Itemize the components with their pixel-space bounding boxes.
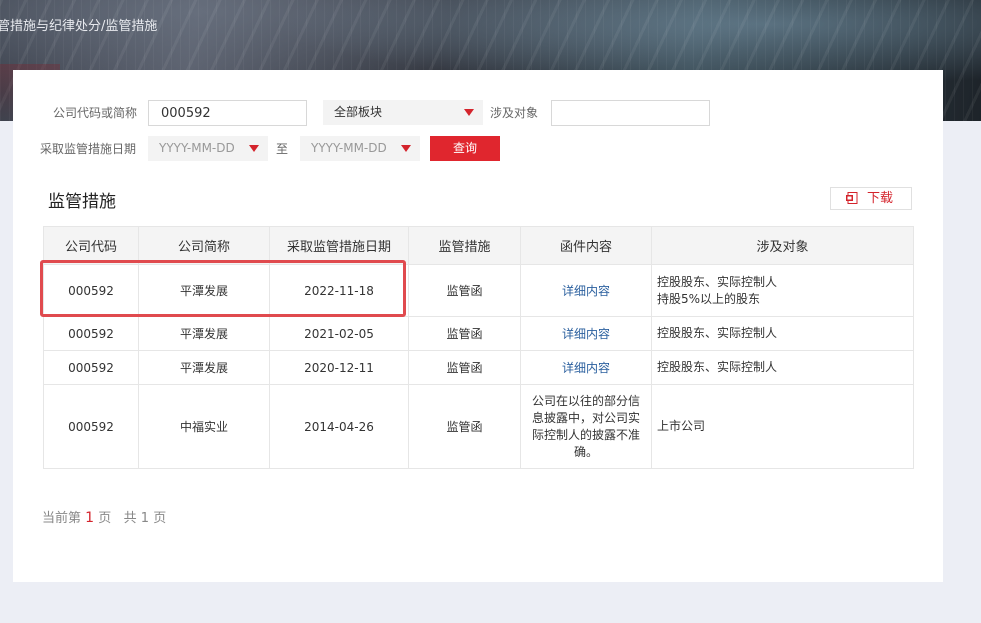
cell-date: 2022-11-18: [269, 264, 409, 317]
cell-measure: 监管函: [408, 264, 521, 317]
query-button[interactable]: 查询: [430, 136, 500, 161]
download-label: 下载: [867, 191, 894, 206]
chevron-down-icon: [249, 145, 259, 152]
table-row: 000592 平潭发展 2021-02-05 监管函 详细内容 控股股东、实际控…: [43, 316, 914, 351]
pager-total-unit: 页: [153, 511, 167, 526]
col-header-measure: 监管措施: [408, 226, 521, 265]
cell-code: 000592: [43, 350, 139, 385]
cell-date: 2014-04-26: [269, 384, 409, 469]
cell-content: 详细内容: [520, 264, 652, 317]
chevron-down-icon: [401, 145, 411, 152]
cell-target: 控股股东、实际控制人: [651, 350, 914, 385]
date-to-label: 至: [276, 142, 289, 156]
pager-total-prefix: 共: [123, 511, 137, 526]
pdf-file-icon: [846, 192, 858, 204]
detail-link[interactable]: 详细内容: [562, 327, 610, 341]
cell-content: 详细内容: [520, 316, 652, 351]
col-header-target: 涉及对象: [651, 226, 914, 265]
target-label: 涉及对象: [490, 106, 539, 120]
col-header-content: 函件内容: [520, 226, 652, 265]
cell-measure: 监管函: [408, 350, 521, 385]
pager-total-pages: 1: [140, 511, 150, 526]
detail-link[interactable]: 详细内容: [562, 361, 610, 375]
breadcrumb: 管措施与纪律处分/监管措施: [0, 19, 158, 34]
date-to-picker[interactable]: YYYY-MM-DD: [300, 136, 420, 161]
date-label: 采取监管措施日期: [40, 142, 137, 156]
chevron-down-icon: [464, 109, 474, 116]
pager-unit: 页: [98, 511, 112, 526]
cell-date: 2021-02-05: [269, 316, 409, 351]
date-to-placeholder: YYYY-MM-DD: [311, 141, 387, 155]
cell-name: 中福实业: [138, 384, 270, 469]
cell-code: 000592: [43, 316, 139, 351]
cell-target: 上市公司: [651, 384, 914, 469]
cell-target: 控股股东、实际控制人 持股5%以上的股东: [651, 264, 914, 317]
date-from-placeholder: YYYY-MM-DD: [159, 141, 235, 155]
col-header-name: 公司简称: [138, 226, 270, 265]
company-code-input[interactable]: [148, 100, 307, 126]
cell-content-text: 公司在以往的部分信息披露中，对公司实际控制人的披露不准确。: [520, 384, 652, 469]
table-row: 000592 平潭发展 2020-12-11 监管函 详细内容 控股股东、实际控…: [43, 350, 914, 385]
cell-code: 000592: [43, 264, 139, 317]
table-header-row: 公司代码 公司简称 采取监管措施日期 监管措施 函件内容 涉及对象: [43, 226, 914, 265]
cell-code: 000592: [43, 384, 139, 469]
main-card: 公司代码或简称 全部板块 涉及对象 采取监管措施日期 YYYY-MM-DD 至 …: [13, 70, 943, 582]
cell-name: 平潭发展: [138, 264, 270, 317]
target-text: 控股股东、实际控制人: [657, 274, 778, 289]
cell-measure: 监管函: [408, 316, 521, 351]
company-code-label: 公司代码或简称: [53, 106, 138, 120]
section-title: 监管措施: [48, 192, 116, 212]
cell-date: 2020-12-11: [269, 350, 409, 385]
pager-prefix: 当前第: [42, 511, 82, 526]
table-row: 000592 平潭发展 2022-11-18 监管函 详细内容 控股股东、实际控…: [43, 264, 914, 317]
cell-name: 平潭发展: [138, 316, 270, 351]
board-select[interactable]: 全部板块: [323, 100, 483, 125]
cell-name: 平潭发展: [138, 350, 270, 385]
pager-current-page: 1: [85, 510, 95, 526]
measures-table: 公司代码 公司简称 采取监管措施日期 监管措施 函件内容 涉及对象 000592…: [43, 226, 914, 469]
target-text: 持股5%以上的股东: [657, 291, 761, 306]
table-row: 000592 中福实业 2014-04-26 监管函 公司在以往的部分信息披露中…: [43, 384, 914, 469]
col-header-code: 公司代码: [43, 226, 139, 265]
download-button[interactable]: 下载: [830, 187, 912, 210]
cell-measure: 监管函: [408, 384, 521, 469]
pagination: 当前第 1 页 共 1 页: [42, 507, 166, 526]
col-header-date: 采取监管措施日期: [269, 226, 409, 265]
cell-content: 详细内容: [520, 350, 652, 385]
detail-link[interactable]: 详细内容: [562, 284, 610, 298]
date-from-picker[interactable]: YYYY-MM-DD: [148, 136, 268, 161]
cell-target: 控股股东、实际控制人: [651, 316, 914, 351]
board-select-value: 全部板块: [334, 105, 383, 119]
target-input[interactable]: [551, 100, 710, 126]
